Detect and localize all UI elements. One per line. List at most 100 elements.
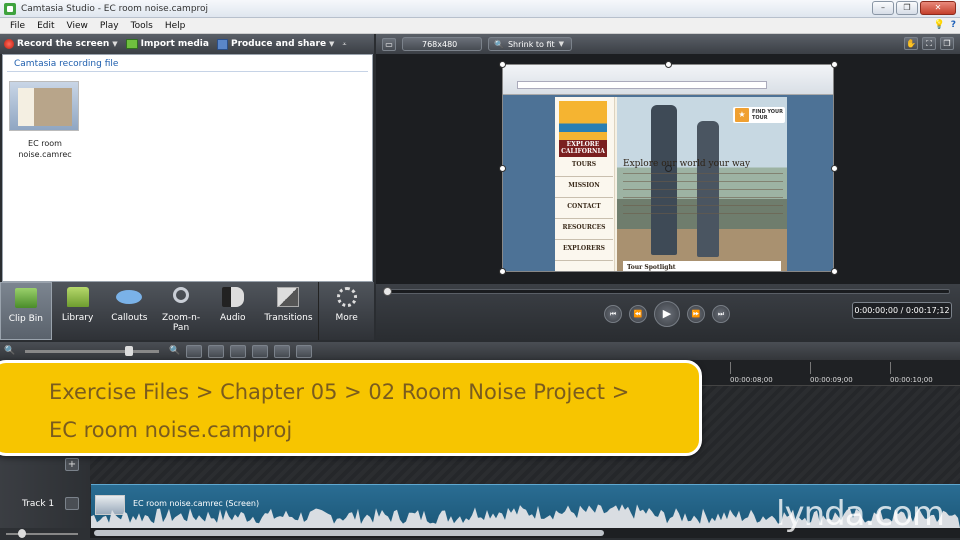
transport-buttons: ⏮ ⏪ ▶ ⏩ ⏭	[604, 301, 730, 327]
tab-callouts[interactable]: Callouts	[103, 282, 155, 340]
menu-help[interactable]: Help	[159, 21, 192, 31]
maximize-button[interactable]: ❐	[896, 1, 918, 15]
dimensions-value: 768x480	[422, 39, 458, 49]
toolbar-overflow-icon[interactable]: ⩡	[342, 40, 346, 49]
logo-line1: EXPLORE	[566, 141, 600, 148]
recorded-website: EXPLORE CALIFORNIA TOURS MISSION CONTACT…	[555, 97, 787, 271]
close-button[interactable]: ✕	[920, 1, 956, 15]
menu-play[interactable]: Play	[94, 21, 125, 31]
tab-zoom-n-pan[interactable]: Zoom-n-Pan	[155, 282, 207, 340]
menu-view[interactable]: View	[61, 21, 94, 31]
timeline-toolbar: 🔍 🔍	[0, 342, 960, 360]
import-media-button[interactable]: Import media	[125, 39, 209, 49]
tab-transitions[interactable]: Transitions	[259, 282, 319, 340]
resize-handle[interactable]	[831, 268, 838, 275]
clip-thumbnail	[9, 81, 79, 131]
tab-label: Callouts	[111, 313, 148, 323]
logo-line2: CALIFORNIA	[561, 148, 605, 155]
minimize-button[interactable]: –	[872, 1, 894, 15]
menu-right-icons: 💡 ?	[934, 20, 956, 30]
clip-name-line1: EC room	[28, 139, 62, 148]
menu-edit[interactable]: Edit	[31, 21, 60, 31]
play-button[interactable]: ▶	[654, 301, 680, 327]
preview-toolbar: ▭ 768x480 🔍 Shrink to fit ▼ ✋ ⛶ ❐	[376, 34, 960, 54]
resize-handle[interactable]	[499, 165, 506, 172]
recorded-browser-chrome	[503, 65, 833, 95]
track-label: Track 1	[22, 499, 55, 509]
callouts-icon	[116, 290, 143, 304]
scrubber-knob[interactable]	[383, 287, 392, 296]
record-icon	[4, 39, 14, 49]
resize-handle[interactable]	[665, 61, 672, 68]
skip-end-button[interactable]: ⏭	[712, 305, 730, 323]
tab-more[interactable]: More	[318, 282, 374, 340]
site-nav-tours: TOURS	[555, 161, 613, 177]
clip-bin-icon	[14, 288, 37, 308]
zoom-in-icon[interactable]: 🔍	[169, 346, 180, 356]
track-height-slider[interactable]	[0, 528, 90, 540]
chevron-down-icon: ▼	[558, 40, 565, 48]
editing-dimensions-icon[interactable]: ▭	[382, 37, 396, 51]
tab-label: Library	[61, 313, 94, 323]
zoom-fit-dropdown[interactable]: 🔍 Shrink to fit ▼	[488, 37, 572, 51]
copy-button[interactable]	[274, 344, 291, 358]
window-title: Camtasia Studio - EC room noise.camproj	[21, 3, 209, 14]
clip-bin-item[interactable]: EC room noise.camrec	[9, 81, 81, 160]
zoom-slider-knob[interactable]	[125, 345, 134, 356]
import-media-icon	[125, 39, 138, 49]
timeline-scroll-thumb[interactable]	[94, 530, 604, 536]
menu-tools[interactable]: Tools	[125, 21, 159, 31]
fullscreen-icon[interactable]: ⛶	[922, 37, 936, 50]
menu-file[interactable]: File	[4, 21, 31, 31]
clip-name: EC room noise.camrec	[9, 138, 81, 160]
cut-button[interactable]	[230, 344, 247, 358]
resize-handle[interactable]	[831, 165, 838, 172]
track-lock-icon[interactable]	[65, 497, 79, 510]
timeline-zoom-slider[interactable]	[25, 345, 160, 356]
resize-handle[interactable]	[499, 268, 506, 275]
resize-handle[interactable]	[499, 61, 506, 68]
site-nav-contact: CONTACT	[555, 203, 613, 219]
banner-line2: EC room noise.camproj	[49, 418, 293, 442]
redo-button[interactable]	[208, 344, 225, 358]
help-icon[interactable]: ?	[951, 20, 956, 30]
dimensions-dropdown[interactable]: 768x480	[402, 37, 482, 51]
record-screen-button[interactable]: Record the screen ▼	[4, 39, 118, 49]
site-nav: EXPLORE CALIFORNIA TOURS MISSION CONTACT…	[555, 97, 615, 271]
audio-icon	[221, 287, 244, 307]
paste-button[interactable]	[296, 344, 313, 358]
tab-audio[interactable]: Audio	[207, 282, 259, 340]
find-your-tour-badge: ★ FIND YOUR TOUR	[733, 107, 785, 123]
produce-share-button[interactable]: Produce and share ▼	[216, 38, 334, 50]
tab-label: Clip Bin	[8, 314, 43, 324]
undo-button[interactable]	[186, 344, 203, 358]
ruler-tick: 00:00:08;00	[730, 362, 773, 384]
rewind-button[interactable]: ⏪	[629, 305, 647, 323]
site-body-text	[623, 173, 783, 217]
star-icon: ★	[735, 108, 749, 122]
add-track-button[interactable]: +	[65, 458, 79, 471]
lynda-watermark: lynda.com	[776, 494, 945, 534]
tab-label: More	[335, 313, 358, 323]
more-icon	[336, 287, 357, 307]
track-height-knob[interactable]	[18, 529, 26, 538]
zoom-icon	[173, 287, 190, 303]
fast-forward-button[interactable]: ⏩	[687, 305, 705, 323]
resize-handle[interactable]	[831, 61, 838, 68]
split-button[interactable]	[252, 344, 269, 358]
detach-preview-icon[interactable]: ❐	[940, 37, 954, 50]
rotate-handle[interactable]	[665, 165, 672, 172]
title-bar: Camtasia Studio - EC room noise.camproj …	[0, 0, 960, 18]
skip-start-button[interactable]: ⏮	[604, 305, 622, 323]
preview-view-icons: ✋ ⛶ ❐	[904, 37, 954, 50]
produce-label: Produce and share	[230, 39, 327, 49]
zoom-out-icon[interactable]: 🔍	[4, 346, 15, 356]
pan-hand-icon[interactable]: ✋	[904, 37, 918, 50]
logo-text: EXPLORE CALIFORNIA	[559, 141, 607, 155]
tip-bulb-icon[interactable]: 💡	[934, 20, 945, 30]
tab-clip-bin[interactable]: Clip Bin	[0, 282, 52, 340]
tab-label: Transitions	[264, 313, 313, 323]
site-nav-mission: MISSION	[555, 182, 613, 198]
playback-scrubber[interactable]	[383, 287, 950, 296]
tab-library[interactable]: Library	[52, 282, 104, 340]
